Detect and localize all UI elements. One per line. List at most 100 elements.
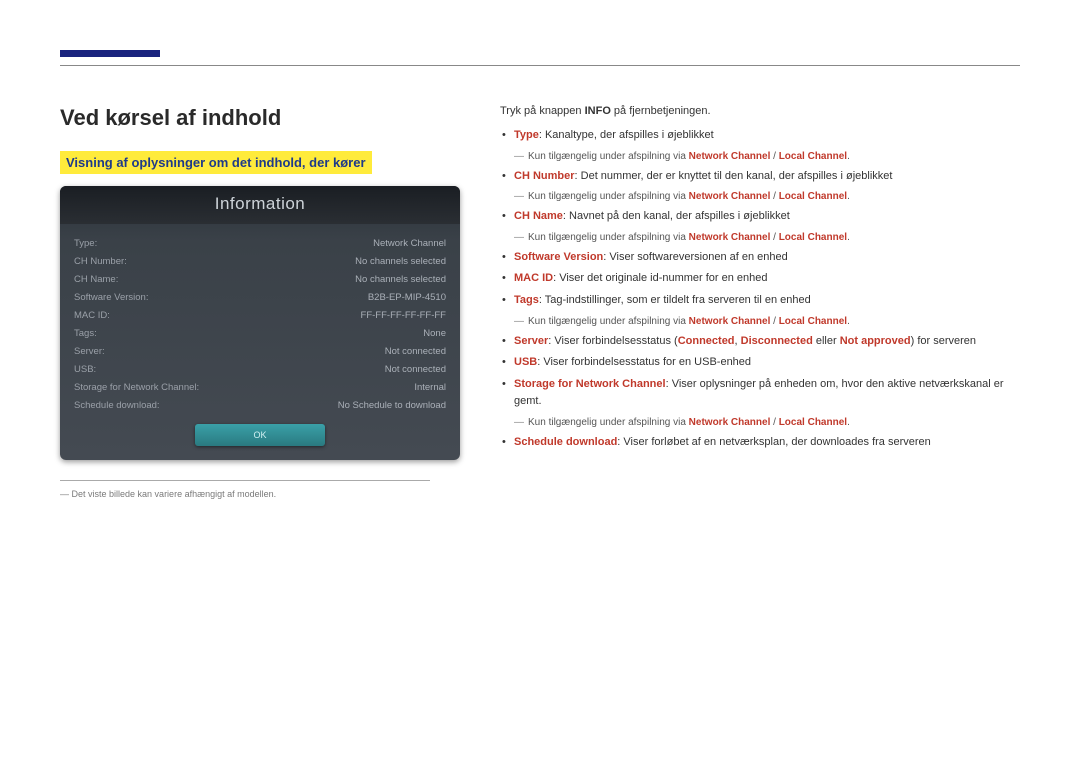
info-row-value: Internal xyxy=(414,382,446,393)
intro-prefix: Tryk på knappen xyxy=(500,105,585,117)
item-ch-name: CH Name: Navnet på den kanal, der afspil… xyxy=(500,208,1020,226)
item-sw-desc: : Viser softwareversionen af en enhed xyxy=(603,251,787,263)
info-row: Tags: None xyxy=(74,324,446,342)
server-notapproved: Not approved xyxy=(840,335,911,347)
info-row-label: Tags: xyxy=(74,328,97,339)
item-type: Type: Kanaltype, der afspilles i øjeblik… xyxy=(500,127,1020,145)
item-chnumber-name: CH Number xyxy=(514,170,575,182)
section-title: Visning af oplysninger om det indhold, d… xyxy=(60,151,372,174)
item-mac-desc: : Viser det originale id-nummer for en e… xyxy=(553,272,767,284)
subnote-end: . xyxy=(847,191,850,202)
item-mac-id: MAC ID: Viser det originale id-nummer fo… xyxy=(500,270,1020,288)
item-server-prefix: : Viser forbindelsesstatus ( xyxy=(548,335,677,347)
server-disconnected: Disconnected xyxy=(741,335,813,347)
left-column: Ved kørsel af indhold Visning af oplysni… xyxy=(60,105,460,499)
subnote-prefix: Kun tilgængelig under afspilning via xyxy=(528,151,689,162)
info-row: CH Number: No channels selected xyxy=(74,252,446,270)
subnote-lc: Local Channel xyxy=(779,316,847,327)
info-row-value: B2B-EP-MIP-4510 xyxy=(368,292,446,303)
subnote-type: Kun tilgængelig under afspilning via Net… xyxy=(500,149,1020,164)
item-storage: Storage for Network Channel: Viser oplys… xyxy=(500,376,1020,411)
info-row: Type: Network Channel xyxy=(74,234,446,252)
subnote-lc: Local Channel xyxy=(779,232,847,243)
info-row-value: Not connected xyxy=(385,364,446,375)
info-row-label: CH Number: xyxy=(74,256,127,267)
info-row: USB: Not connected xyxy=(74,360,446,378)
item-ch-number: CH Number: Det nummer, der er knyttet ti… xyxy=(500,168,1020,186)
item-tags: Tags: Tag-indstillinger, som er tildelt … xyxy=(500,292,1020,310)
info-row-label: Server: xyxy=(74,346,105,357)
item-usb-desc: : Viser forbindelsesstatus for en USB-en… xyxy=(537,356,751,368)
info-row-value: Network Channel xyxy=(373,238,446,249)
left-divider xyxy=(60,480,430,481)
info-row-value: No Schedule to download xyxy=(338,400,446,411)
item-sw-name: Software Version xyxy=(514,251,603,263)
item-usb-name: USB xyxy=(514,356,537,368)
info-row: Server: Not connected xyxy=(74,342,446,360)
info-row-value: No channels selected xyxy=(355,256,446,267)
item-mac-name: MAC ID xyxy=(514,272,553,284)
subnote-sep: / xyxy=(770,417,778,428)
server-connected: Connected xyxy=(678,335,735,347)
footnote: Det viste billede kan variere afhængigt … xyxy=(60,489,460,499)
subnote-nc: Network Channel xyxy=(689,417,771,428)
info-row-label: Storage for Network Channel: xyxy=(74,382,199,393)
info-row: Software Version: B2B-EP-MIP-4510 xyxy=(74,288,446,306)
subnote-lc: Local Channel xyxy=(779,151,847,162)
server-or: eller xyxy=(813,335,840,347)
item-type-desc: : Kanaltype, der afspilles i øjeblikket xyxy=(539,129,714,141)
subnote-nc: Network Channel xyxy=(689,191,771,202)
info-row-value: None xyxy=(423,328,446,339)
subnote-storage: Kun tilgængelig under afspilning via Net… xyxy=(500,415,1020,430)
item-storage-name: Storage for Network Channel xyxy=(514,378,666,390)
subnote-chname: Kun tilgængelig under afspilning via Net… xyxy=(500,230,1020,245)
intro-bold: INFO xyxy=(585,105,611,117)
subnote-prefix: Kun tilgængelig under afspilning via xyxy=(528,316,689,327)
item-schedule: Schedule download: Viser forløbet af en … xyxy=(500,434,1020,452)
right-column: Tryk på knappen INFO på fjernbetjeningen… xyxy=(500,105,1020,499)
page-title: Ved kørsel af indhold xyxy=(60,105,460,131)
intro-suffix: på fjernbetjeningen. xyxy=(611,105,711,117)
content-wrapper: Ved kørsel af indhold Visning af oplysni… xyxy=(60,105,1020,499)
info-row-label: MAC ID: xyxy=(74,310,110,321)
subnote-end: . xyxy=(847,417,850,428)
info-row-label: CH Name: xyxy=(74,274,118,285)
info-row-value: No channels selected xyxy=(355,274,446,285)
info-row: Storage for Network Channel: Internal xyxy=(74,378,446,396)
info-row-value: Not connected xyxy=(385,346,446,357)
subnote-sep: / xyxy=(770,232,778,243)
item-tags-name: Tags xyxy=(514,294,539,306)
info-row-label: Type: xyxy=(74,238,97,249)
info-row: Schedule download:No Schedule to downloa… xyxy=(74,396,446,414)
subnote-end: . xyxy=(847,232,850,243)
item-usb: USB: Viser forbindelsesstatus for en USB… xyxy=(500,354,1020,372)
subnote-nc: Network Channel xyxy=(689,316,771,327)
subnote-sep: / xyxy=(770,151,778,162)
item-chname-name: CH Name xyxy=(514,210,563,222)
subnote-prefix: Kun tilgængelig under afspilning via xyxy=(528,191,689,202)
subnote-nc: Network Channel xyxy=(689,151,771,162)
info-row: CH Name: No channels selected xyxy=(74,270,446,288)
subnote-lc: Local Channel xyxy=(779,191,847,202)
item-chnumber-desc: : Det nummer, der er knyttet til den kan… xyxy=(575,170,893,182)
information-panel: Information Type: Network Channel CH Numbe… xyxy=(60,186,460,460)
info-panel-header: Information xyxy=(60,186,460,224)
info-list: Type: Kanaltype, der afspilles i øjeblik… xyxy=(500,127,1020,452)
item-server-name: Server xyxy=(514,335,548,347)
subnote-prefix: Kun tilgængelig under afspilning via xyxy=(528,417,689,428)
item-server-suffix: ) for serveren xyxy=(911,335,976,347)
subnote-prefix: Kun tilgængelig under afspilning via xyxy=(528,232,689,243)
subnote-lc: Local Channel xyxy=(779,417,847,428)
item-schedule-name: Schedule download xyxy=(514,436,617,448)
subnote-tags: Kun tilgængelig under afspilning via Net… xyxy=(500,314,1020,329)
info-row-label: USB: xyxy=(74,364,96,375)
subnote-end: . xyxy=(847,151,850,162)
info-row-label: Software Version: xyxy=(74,292,148,303)
info-panel-body: Type: Network Channel CH Number: No channel… xyxy=(60,224,460,460)
subnote-end: . xyxy=(847,316,850,327)
subnote-sep: / xyxy=(770,191,778,202)
ok-button[interactable]: OK xyxy=(195,424,325,446)
item-tags-desc: : Tag-indstillinger, som er tildelt fra … xyxy=(539,294,811,306)
subnote-sep: / xyxy=(770,316,778,327)
subnote-nc: Network Channel xyxy=(689,232,771,243)
